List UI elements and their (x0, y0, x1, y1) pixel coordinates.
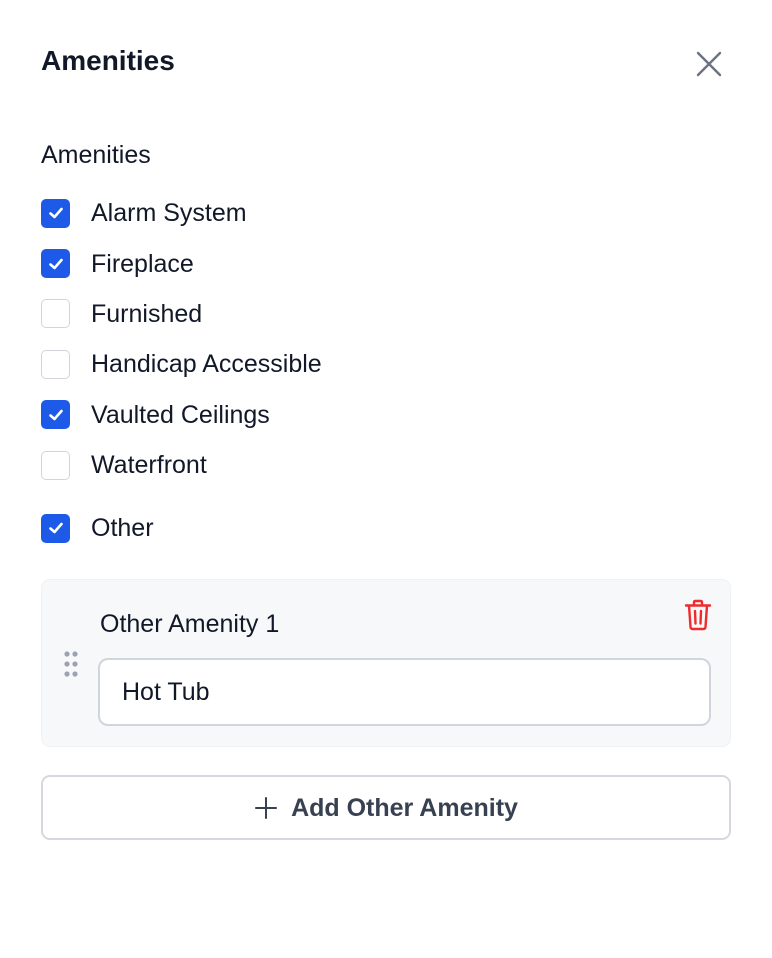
drag-handle-icon (64, 651, 78, 677)
amenity-checkbox[interactable] (41, 249, 70, 279)
amenity-label: Furnished (91, 299, 203, 328)
amenity-label: Waterfront (91, 451, 207, 480)
amenity-checkbox[interactable] (41, 349, 70, 379)
trash-icon (684, 599, 712, 631)
checkmark-icon (48, 409, 63, 421)
checkmark-icon (48, 522, 63, 534)
checkmark-icon (48, 207, 63, 219)
amenity-checkbox[interactable] (41, 400, 70, 430)
plus-icon (254, 796, 278, 820)
amenity-label: Vaulted Ceilings (91, 400, 270, 429)
add-other-amenity-button[interactable]: Add Other Amenity (41, 775, 731, 840)
amenity-option-fireplace[interactable]: Fireplace (41, 238, 721, 288)
add-other-amenity-label: Add Other Amenity (291, 793, 518, 822)
amenity-option-handicap-accessible[interactable]: Handicap Accessible (41, 339, 721, 389)
amenity-label: Handicap Accessible (91, 350, 322, 379)
other-label: Other (91, 514, 154, 542)
amenity-checkbox[interactable] (41, 450, 70, 480)
other-amenity-input[interactable] (98, 658, 711, 726)
amenity-option-vaulted-ceilings[interactable]: Vaulted Ceilings (41, 390, 721, 440)
other-amenity-label: Other Amenity 1 (100, 610, 280, 638)
delete-amenity-button[interactable] (681, 597, 715, 633)
close-button[interactable] (692, 47, 726, 81)
amenity-list: Alarm System Fireplace Furnished Handica… (41, 188, 721, 490)
amenity-label: Alarm System (91, 199, 247, 228)
amenities-dialog: Amenities Amenities Alarm System Firepla… (0, 0, 772, 958)
close-icon (696, 51, 722, 77)
dialog-title: Amenities (41, 45, 175, 76)
amenity-label: Fireplace (91, 249, 194, 278)
amenities-section-label: Amenities (41, 141, 151, 169)
other-amenity-card: Other Amenity 1 (41, 579, 731, 747)
amenity-checkbox[interactable] (41, 299, 70, 329)
checkmark-icon (48, 258, 63, 269)
amenity-checkbox[interactable] (41, 198, 70, 228)
other-checkbox[interactable] (41, 513, 70, 543)
amenity-option-alarm-system[interactable]: Alarm System (41, 188, 721, 238)
amenity-option-waterfront[interactable]: Waterfront (41, 440, 721, 490)
drag-handle[interactable] (62, 649, 80, 679)
amenity-option-other[interactable]: Other (41, 503, 154, 553)
amenity-option-furnished[interactable]: Furnished (41, 289, 721, 339)
